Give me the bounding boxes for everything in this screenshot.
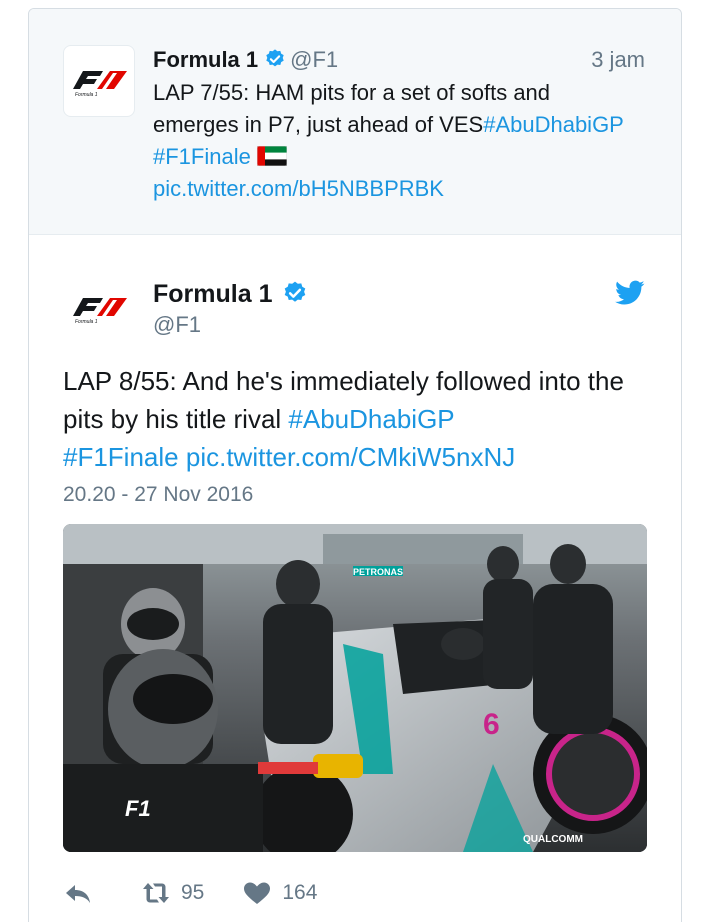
hashtag-link[interactable]: #AbuDhabiGP xyxy=(288,404,454,434)
retweet-count: 95 xyxy=(181,881,205,904)
author-name[interactable]: Formula 1 xyxy=(153,280,272,308)
f1-logo-icon: Formula 1 xyxy=(73,298,127,325)
parent-tweet[interactable]: Formula 1 Formula 1 @F1 3 jam LAP 7/55: H… xyxy=(29,9,681,235)
hashtag-link[interactable]: #AbuDhabiGP xyxy=(483,112,623,137)
tweet-time[interactable]: 3 jam xyxy=(591,45,645,75)
parent-tweet-header: Formula 1 @F1 3 jam xyxy=(153,45,645,75)
uae-flag-icon xyxy=(256,146,287,166)
main-tweet: Formula 1 Formula 1 @F1 LAP 8/55: And he… xyxy=(29,236,681,922)
hashtag-link[interactable]: #F1Finale xyxy=(153,144,251,169)
like-button[interactable]: 164 xyxy=(242,880,317,906)
author-handle[interactable]: @F1 xyxy=(290,47,338,72)
avatar[interactable]: Formula 1 xyxy=(63,45,135,117)
parent-tweet-text: LAP 7/55: HAM pits for a set of softs an… xyxy=(153,77,633,205)
like-count: 164 xyxy=(282,881,318,904)
retweet-button[interactable]: 95 xyxy=(141,880,204,906)
verified-badge-icon xyxy=(285,281,306,302)
svg-text:Formula 1: Formula 1 xyxy=(75,92,98,98)
pic-link[interactable]: pic.twitter.com/CMkiW5nxNJ xyxy=(186,442,515,472)
tweet-card: Formula 1 Formula 1 @F1 3 jam LAP 7/55: H… xyxy=(28,8,682,922)
pit-stop-photo: PETRONAS 6 QUALCOMM F1 xyxy=(63,524,647,852)
verified-badge-icon xyxy=(266,49,284,67)
author-handle[interactable]: @F1 xyxy=(153,312,201,338)
f1-logo-icon: Formula 1 xyxy=(73,71,127,98)
author-name[interactable]: Formula 1 xyxy=(153,47,258,72)
tweet-timestamp[interactable]: 20.20 - 27 Nov 2016 xyxy=(63,483,253,507)
avatar[interactable]: Formula 1 xyxy=(63,272,135,344)
reply-icon xyxy=(66,885,90,903)
author-name-row: Formula 1 xyxy=(153,278,308,310)
retweet-icon xyxy=(143,883,169,903)
hashtag-link[interactable]: #F1Finale xyxy=(63,442,179,472)
heart-icon xyxy=(244,882,271,904)
f1-watermark-text: F1 xyxy=(125,796,151,821)
qualcomm-logo-text: QUALCOMM xyxy=(523,834,583,845)
reply-button[interactable] xyxy=(63,880,103,906)
sponsor-text: PETRONAS xyxy=(353,567,403,577)
tweet-actions: 95 164 xyxy=(63,873,355,913)
tweet-text-block: LAP 8/55: And he's immediately followed … xyxy=(63,362,653,476)
svg-text:Formula 1: Formula 1 xyxy=(75,319,98,325)
twitter-bird-icon[interactable] xyxy=(615,280,645,306)
tweet-media-photo[interactable]: PETRONAS 6 QUALCOMM F1 xyxy=(63,524,647,852)
pic-link[interactable]: pic.twitter.com/bH5NBBPRBK xyxy=(153,176,444,201)
car-number-text: 6 xyxy=(483,708,500,741)
